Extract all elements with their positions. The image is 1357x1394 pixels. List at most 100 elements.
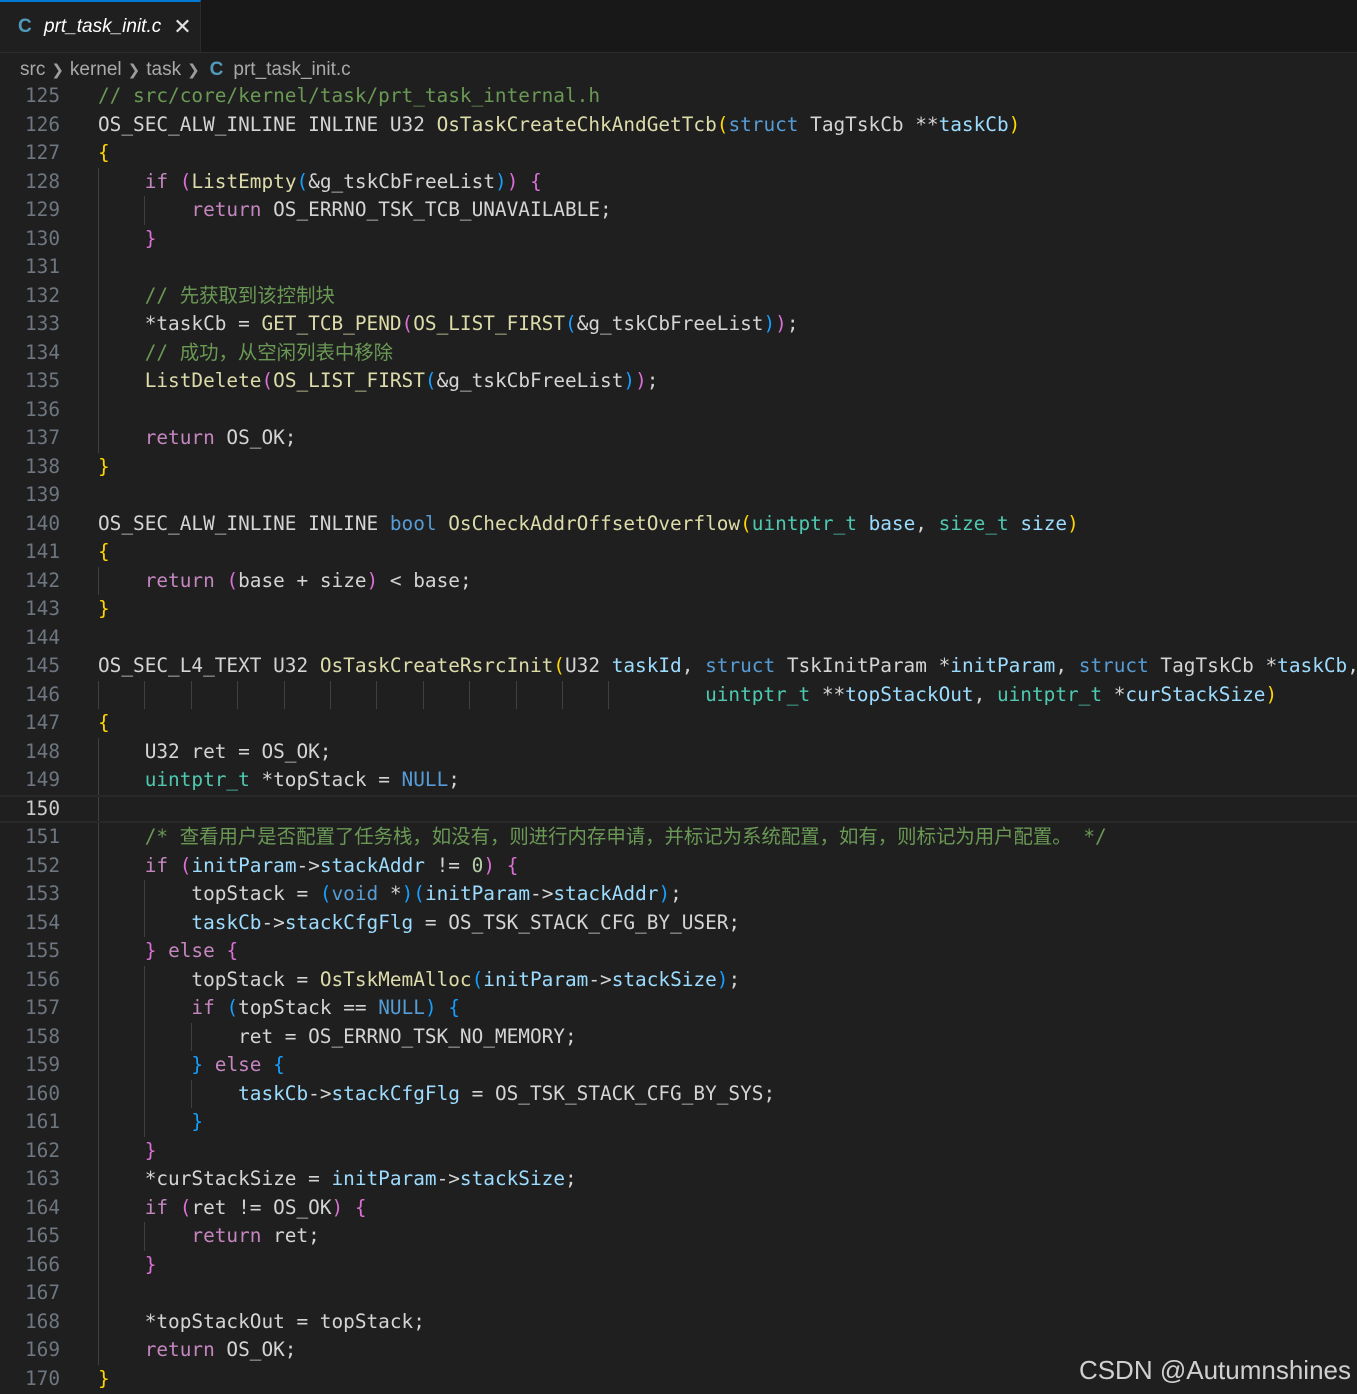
code-token: taskCb: [191, 910, 262, 934]
code-token: (: [740, 511, 752, 535]
code-token: topStackOut: [845, 682, 974, 706]
code-line[interactable]: 152 if (initParam->stackAddr != 0) {: [0, 851, 1357, 880]
code-line[interactable]: 126 OS_SEC_ALW_INLINE INLINE U32 OsTaskCr…: [0, 111, 1357, 140]
breadcrumb-file[interactable]: prt_task_init.c: [233, 59, 350, 81]
code-text: *curStackSize = initParam->stackSize;: [98, 1165, 577, 1194]
line-number: 165: [24, 1224, 60, 1247]
code-token: ;: [646, 369, 659, 392]
code-token: OS_SEC_ALW_INLINE INLINE: [98, 511, 390, 535]
code-token: // 先获取到该控制块: [144, 283, 335, 307]
code-line[interactable]: 130 }: [0, 224, 1357, 253]
code-token: ->: [296, 853, 320, 877]
code-line[interactable]: 138}: [0, 453, 1357, 482]
code-line[interactable]: 167: [0, 1279, 1357, 1308]
line-number: 166: [24, 1252, 60, 1276]
code-line[interactable]: 142 return (base + size) < base;: [0, 566, 1357, 596]
code-line[interactable]: 153 topStack = (void *)(initParam->stack…: [0, 880, 1357, 909]
line-number: 135: [24, 369, 60, 392]
code-token: (: [179, 853, 192, 877]
tab-prt-task-init[interactable]: C prt_task_init.c ✕: [0, 0, 201, 52]
code-token: OsTaskCreateRsrcInit: [319, 654, 554, 677]
code-line[interactable]: 139: [0, 481, 1357, 510]
code-text: return (base + size) < base;: [98, 567, 472, 596]
code-token: OS_LIST_FIRST: [273, 369, 425, 392]
code-line[interactable]: 143}: [0, 595, 1357, 624]
code-line[interactable]: 133 *taskCb = GET_TCB_PEND(OS_LIST_FIRST…: [0, 310, 1357, 339]
code-token: ->: [308, 1081, 332, 1105]
code-line[interactable]: 158 ret = OS_ERRNO_TSK_NO_MEMORY;: [0, 1022, 1357, 1051]
code-token: ): [401, 882, 414, 905]
code-line[interactable]: 140 OS_SEC_ALW_INLINE INLINE bool OsCheck…: [0, 510, 1357, 539]
code-line[interactable]: 156 topStack = OsTskMemAlloc(initParam->…: [0, 965, 1357, 994]
code-line[interactable]: 147 {: [0, 709, 1357, 738]
code-token: initParam: [191, 853, 297, 877]
breadcrumb-kernel[interactable]: kernel: [70, 59, 122, 81]
code-token: ;: [786, 312, 799, 335]
code-line[interactable]: 162 }: [0, 1136, 1357, 1165]
code-line[interactable]: 151 /* 查看用户是否配置了任务栈，如没有，则进行内存申请，并标记为系统配置…: [0, 823, 1357, 852]
code-line[interactable]: 166 }: [0, 1250, 1357, 1279]
code-line[interactable]: 144: [0, 624, 1357, 653]
code-token: struct: [1078, 654, 1149, 677]
line-number: 168: [24, 1309, 60, 1333]
line-number: 144: [24, 625, 60, 649]
code-line[interactable]: 129 return OS_ERRNO_TSK_TCB_UNAVAILABLE;: [0, 196, 1357, 225]
code-token: (: [413, 882, 425, 905]
code-token: if: [144, 169, 169, 193]
code-text: }: [98, 595, 110, 624]
code-line[interactable]: 136: [0, 395, 1357, 424]
code-line[interactable]: 163 *curStackSize = initParam->stackSize…: [0, 1165, 1357, 1194]
code-line[interactable]: 128 if (ListEmpty(&g_tskCbFreeList)) {: [0, 167, 1357, 196]
code-token: GET_TCB_PEND: [261, 312, 402, 335]
line-number: 147: [24, 711, 60, 734]
code-line[interactable]: 159 } else {: [0, 1051, 1357, 1080]
code-token: struct: [728, 112, 799, 136]
code-line[interactable]: 160 taskCb->stackCfgFlg = OS_TSK_STACK_C…: [0, 1079, 1357, 1108]
code-line[interactable]: 157 if (topStack == NULL) {: [0, 994, 1357, 1023]
code-line[interactable]: 154 taskCb->stackCfgFlg = OS_TSK_STACK_C…: [0, 908, 1357, 937]
code-line[interactable]: 150: [0, 794, 1357, 823]
code-token: initParam: [483, 967, 589, 991]
line-number: 132: [24, 283, 60, 307]
code-token: {: [354, 1195, 367, 1219]
code-token: if: [144, 1195, 169, 1219]
breadcrumb-task[interactable]: task: [146, 59, 181, 81]
code-token: base + size: [238, 568, 367, 592]
code-editor[interactable]: 125 // src/core/kernel/task/prt_task_inte…: [0, 82, 1357, 1394]
code-token: (: [179, 1195, 192, 1219]
code-line[interactable]: 137 return OS_OK;: [0, 424, 1357, 453]
code-line[interactable]: 149 uintptr_t *topStack = NULL;: [0, 766, 1357, 795]
code-token: ): [331, 1195, 344, 1219]
code-line[interactable]: 135 ListDelete(OS_LIST_FIRST(&g_tskCbFre…: [0, 367, 1357, 396]
code-line[interactable]: 141 {: [0, 538, 1357, 567]
code-line[interactable]: 165 return ret;: [0, 1222, 1357, 1251]
close-icon[interactable]: ✕: [173, 15, 191, 40]
line-number: 160: [24, 1081, 60, 1105]
code-line[interactable]: 164 if (ret != OS_OK) {: [0, 1193, 1357, 1222]
line-number: 153: [24, 882, 60, 905]
code-line[interactable]: 168 *topStackOut = topStack;: [0, 1307, 1357, 1336]
code-line[interactable]: 127 {: [0, 139, 1357, 168]
code-token: OS_OK;: [214, 426, 297, 449]
code-text: uintptr_t **topStackOut, uintptr_t *curS…: [98, 681, 1277, 710]
code-line[interactable]: 125 // src/core/kernel/task/prt_task_inte…: [0, 82, 1357, 111]
line-number: 150: [24, 796, 60, 820]
code-line[interactable]: 161 }: [0, 1108, 1357, 1137]
code-token: OS_ERRNO_TSK_TCB_UNAVAILABLE;: [261, 198, 612, 221]
code-line[interactable]: 145 OS_SEC_L4_TEXT U32 OsTaskCreateRsrcIn…: [0, 652, 1357, 681]
code-token: {: [273, 1053, 285, 1076]
code-line[interactable]: 134 // 成功，从空闲列表中移除: [0, 338, 1357, 367]
breadcrumb-src[interactable]: src: [20, 59, 45, 81]
code-line[interactable]: 155 } else {: [0, 937, 1357, 966]
code-line[interactable]: 148 U32 ret = OS_OK;: [0, 737, 1357, 766]
code-line[interactable]: 146 uintptr_t **topStackOut, uintptr_t *…: [0, 680, 1357, 710]
code-line[interactable]: 131: [0, 253, 1357, 282]
code-line[interactable]: 132 // 先获取到该控制块: [0, 281, 1357, 310]
code-text: *taskCb = GET_TCB_PEND(OS_LIST_FIRST(&g_…: [98, 310, 799, 339]
code-token: ,: [681, 654, 706, 677]
